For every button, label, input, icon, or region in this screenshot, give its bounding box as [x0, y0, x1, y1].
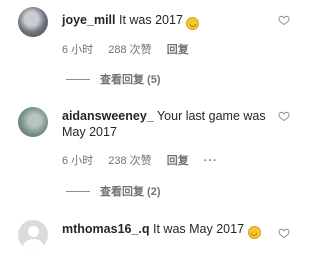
comment-likes[interactable]: 288 次赞: [108, 44, 151, 56]
comment-text: mthomas16_.q It was May 2017 ◡: [62, 221, 274, 239]
comment-time: 6 小时: [62, 155, 94, 167]
heart-icon[interactable]: [278, 227, 290, 239]
comment: aidansweeney_ Your last game was May 201…: [0, 95, 300, 205]
comment-username[interactable]: mthomas16_.q: [62, 222, 150, 236]
comment-body: It was 2017: [118, 13, 183, 27]
view-replies-label: 查看回复 (5): [100, 74, 161, 86]
divider-line: [66, 190, 90, 192]
comment-body: It was May 2017: [153, 222, 245, 236]
avatar[interactable]: [18, 7, 48, 37]
view-replies-label: 查看回复 (2): [100, 186, 161, 198]
heart-icon[interactable]: [278, 110, 290, 122]
default-avatar-icon[interactable]: [18, 220, 48, 250]
avatar[interactable]: [18, 107, 48, 137]
comment-meta: 6 小时 288 次赞 回复: [62, 41, 201, 57]
more-options-icon[interactable]: ···: [204, 155, 218, 167]
view-replies-button[interactable]: 查看回复 (2): [66, 183, 161, 199]
heart-icon[interactable]: [278, 14, 290, 26]
laughing-emoji-icon: ◡: [186, 17, 200, 30]
comment-likes[interactable]: 238 次赞: [108, 155, 151, 167]
comment: joye_mill It was 2017 ◡ 6 小时 288 次赞 回复 查…: [0, 0, 300, 95]
laughing-emoji-icon: ◡: [247, 226, 261, 239]
comment-text: aidansweeney_ Your last game was May 201…: [62, 108, 274, 140]
comment-username[interactable]: aidansweeney_: [62, 109, 154, 123]
view-replies-button[interactable]: 查看回复 (5): [66, 71, 161, 87]
reply-button[interactable]: 回复: [167, 155, 189, 167]
comment: mthomas16_.q It was May 2017 ◡: [0, 205, 300, 259]
comment-meta: 6 小时 238 次赞 回复 ···: [62, 152, 230, 168]
reply-button[interactable]: 回复: [167, 44, 189, 56]
divider-line: [66, 78, 90, 80]
comment-username[interactable]: joye_mill: [62, 13, 116, 27]
comment-text: joye_mill It was 2017 ◡: [62, 12, 274, 30]
comment-time: 6 小时: [62, 44, 94, 56]
